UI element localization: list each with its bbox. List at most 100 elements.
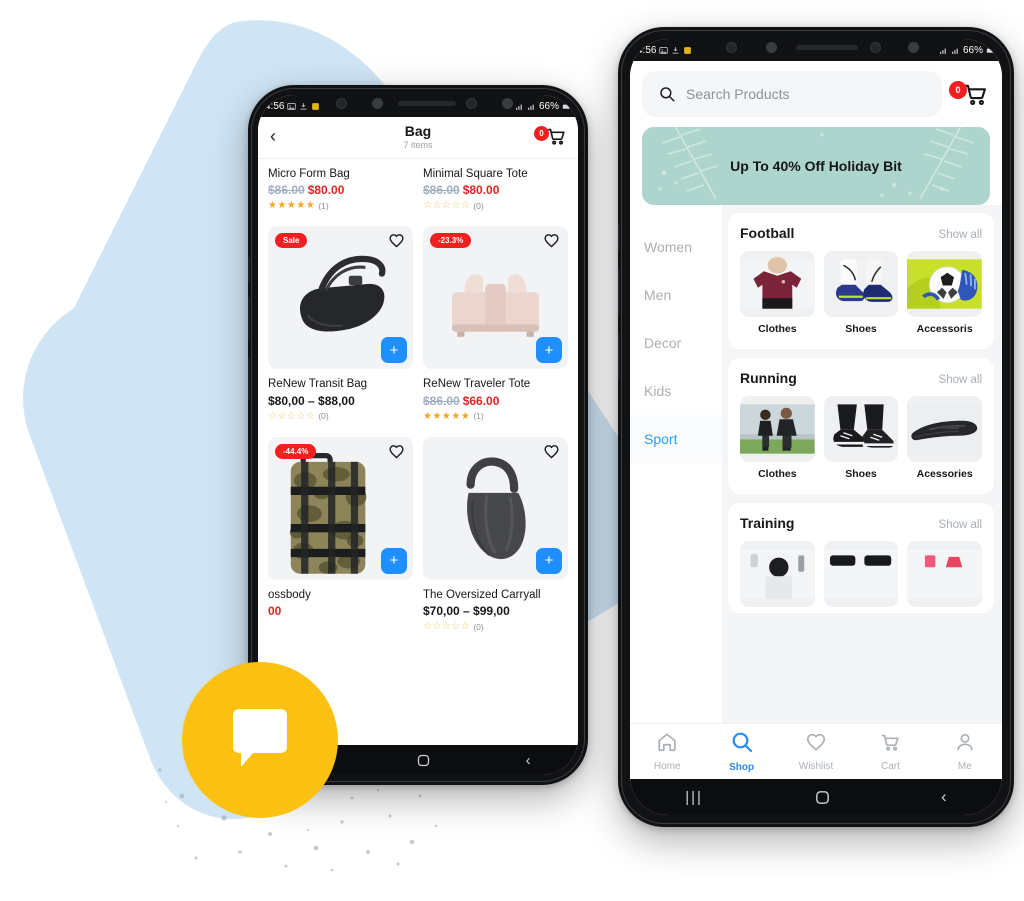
star-rating-icon: ☆☆☆☆☆ bbox=[268, 410, 316, 422]
heart-icon bbox=[806, 733, 826, 751]
promo-text: Up To 40% Off Holiday Bit bbox=[730, 158, 902, 174]
tab-cart[interactable]: Cart bbox=[853, 731, 927, 772]
sidebar-item-sport[interactable]: Sport bbox=[630, 415, 722, 463]
sidebar-item-decor[interactable]: Decor bbox=[630, 319, 722, 367]
show-all-link[interactable]: Show all bbox=[939, 374, 982, 386]
front-camera-left bbox=[336, 98, 347, 109]
product-card[interactable]: -44.4% + ossbody 00 bbox=[268, 422, 413, 632]
new-price: $66.00 bbox=[462, 393, 500, 408]
tab-label: Cart bbox=[880, 761, 900, 772]
front-camera-right bbox=[502, 98, 513, 109]
cart-badge: 0 bbox=[949, 81, 967, 99]
chat-widget-button[interactable] bbox=[182, 662, 338, 818]
tile-accessories[interactable]: Acessories bbox=[907, 396, 982, 480]
tile-image bbox=[907, 396, 982, 463]
add-to-cart-button[interactable]: + bbox=[536, 337, 562, 364]
sensor-left bbox=[766, 42, 777, 53]
tile-shoes[interactable] bbox=[823, 541, 899, 613]
star-rating-icon: ★★★★★ bbox=[268, 200, 316, 212]
tile-clothes[interactable]: Clothes bbox=[740, 251, 815, 335]
back-icon[interactable]: ‹ bbox=[941, 787, 947, 807]
running-belt-illustration bbox=[907, 404, 982, 454]
tile-shoes[interactable]: Shoes bbox=[823, 396, 899, 480]
show-all-link[interactable]: Show all bbox=[939, 519, 982, 531]
product-image[interactable]: -23.3% + bbox=[423, 226, 568, 370]
cart-button[interactable]: 0 bbox=[534, 125, 568, 147]
old-price: $86.00 bbox=[423, 183, 460, 198]
search-input[interactable]: Search Products bbox=[642, 71, 942, 117]
sidebar-item-kids[interactable]: Kids bbox=[630, 367, 722, 415]
promo-banner[interactable]: Up To 40% Off Holiday Bit bbox=[642, 127, 990, 205]
tile-image bbox=[823, 396, 899, 463]
bag-product-list[interactable]: Micro Form Bag $86.00 $80.00 ★★★★★ (1) Mi… bbox=[258, 159, 578, 745]
product-image[interactable]: -44.4% + bbox=[268, 436, 413, 580]
product-price: $86.00 $80.00 bbox=[268, 183, 413, 197]
tab-wishlist[interactable]: Wishlist bbox=[779, 731, 853, 772]
add-to-cart-button[interactable]: + bbox=[381, 337, 407, 364]
tile-clothes[interactable]: Clothes bbox=[740, 396, 815, 480]
tab-shop[interactable]: Shop bbox=[704, 730, 778, 773]
tile-accessories[interactable] bbox=[907, 541, 982, 613]
product-image[interactable]: Sale + bbox=[268, 226, 413, 370]
volume-down-button[interactable] bbox=[618, 267, 620, 315]
back-icon[interactable]: ‹ bbox=[526, 752, 531, 769]
tab-me[interactable]: Me bbox=[928, 731, 1002, 772]
product-grid: Micro Form Bag $86.00 $80.00 ★★★★★ (1) Mi… bbox=[258, 159, 578, 632]
home-icon[interactable] bbox=[814, 789, 831, 806]
rating-count: (1) bbox=[318, 200, 329, 211]
shop-body: Women Men Decor Kids Sport Football Show… bbox=[630, 205, 1002, 723]
product-name: ReNew Transit Bag bbox=[268, 378, 368, 391]
product-card[interactable]: Minimal Square Tote $86.00 $80.00 ☆☆☆☆☆ (… bbox=[423, 159, 568, 211]
category-rail[interactable]: Women Men Decor Kids Sport bbox=[630, 205, 722, 723]
star-rating-icon: ☆☆☆☆☆ bbox=[423, 621, 471, 633]
home-icon bbox=[658, 733, 676, 752]
tile-clothes[interactable] bbox=[740, 541, 815, 613]
rating-count: (0) bbox=[473, 621, 484, 632]
notification-icon bbox=[312, 102, 320, 110]
volume-up-button[interactable] bbox=[248, 257, 250, 283]
cart-button[interactable]: 0 bbox=[949, 80, 990, 108]
tile-shoes[interactable]: Shoes bbox=[823, 251, 899, 335]
battery-icon bbox=[562, 104, 571, 109]
signal-icon bbox=[516, 104, 522, 110]
product-image[interactable]: + bbox=[423, 436, 568, 580]
tile-label: Clothes bbox=[758, 468, 797, 481]
heart-icon[interactable] bbox=[388, 443, 405, 460]
old-price: $86.00 bbox=[268, 183, 305, 198]
add-to-cart-button[interactable]: + bbox=[536, 547, 562, 574]
product-card[interactable]: Sale + ReNew Transit Bag $80,00 – $88,00… bbox=[268, 211, 413, 422]
tab-home[interactable]: Home bbox=[630, 731, 704, 772]
product-card[interactable]: + The Oversized Carryall $70,00 – $99,00… bbox=[423, 422, 568, 632]
product-price: $86.00 $66.00 bbox=[423, 394, 568, 408]
sidebar-item-men[interactable]: Men bbox=[630, 271, 722, 319]
tile-accessories[interactable]: Accessoris bbox=[907, 251, 982, 335]
volume-down-button[interactable] bbox=[248, 297, 250, 341]
add-to-cart-button[interactable]: + bbox=[381, 547, 407, 574]
show-all-link[interactable]: Show all bbox=[939, 229, 982, 241]
search-icon bbox=[732, 732, 752, 753]
running-shoes-illustration bbox=[823, 404, 899, 454]
recents-icon[interactable]: ||| bbox=[685, 789, 703, 806]
heart-icon[interactable] bbox=[388, 232, 405, 249]
image-icon bbox=[287, 102, 297, 110]
product-card[interactable]: -23.3% + ReNew Traveler Tote $86.00 $66.… bbox=[423, 211, 568, 422]
sidebar-item-women[interactable]: Women bbox=[630, 223, 722, 271]
search-icon bbox=[660, 87, 675, 102]
phone-device-right: 4:56 66% Search Products 0 Up To 40% Off… bbox=[618, 27, 1014, 827]
back-button[interactable]: ‹ bbox=[270, 127, 276, 145]
category-content[interactable]: Football Show all Clothes Shoes Accessor… bbox=[722, 205, 1002, 723]
power-button[interactable] bbox=[248, 357, 250, 401]
product-name: Minimal Square Tote bbox=[423, 168, 528, 180]
product-price: $86.00 $80.00 bbox=[423, 183, 568, 197]
heart-icon[interactable] bbox=[543, 232, 560, 249]
earpiece-speaker bbox=[796, 45, 858, 50]
left-status-bar: 4:56 66% bbox=[258, 95, 578, 117]
home-icon[interactable] bbox=[416, 753, 431, 768]
rating-count: (0) bbox=[318, 411, 329, 422]
power-button[interactable] bbox=[618, 333, 620, 381]
product-card[interactable]: Micro Form Bag $86.00 $80.00 ★★★★★ (1) bbox=[268, 159, 413, 211]
volume-up-button[interactable] bbox=[618, 223, 620, 251]
heart-icon[interactable] bbox=[543, 443, 560, 460]
product-name: ReNew Traveler Tote bbox=[423, 378, 531, 391]
tile-image bbox=[823, 541, 899, 608]
